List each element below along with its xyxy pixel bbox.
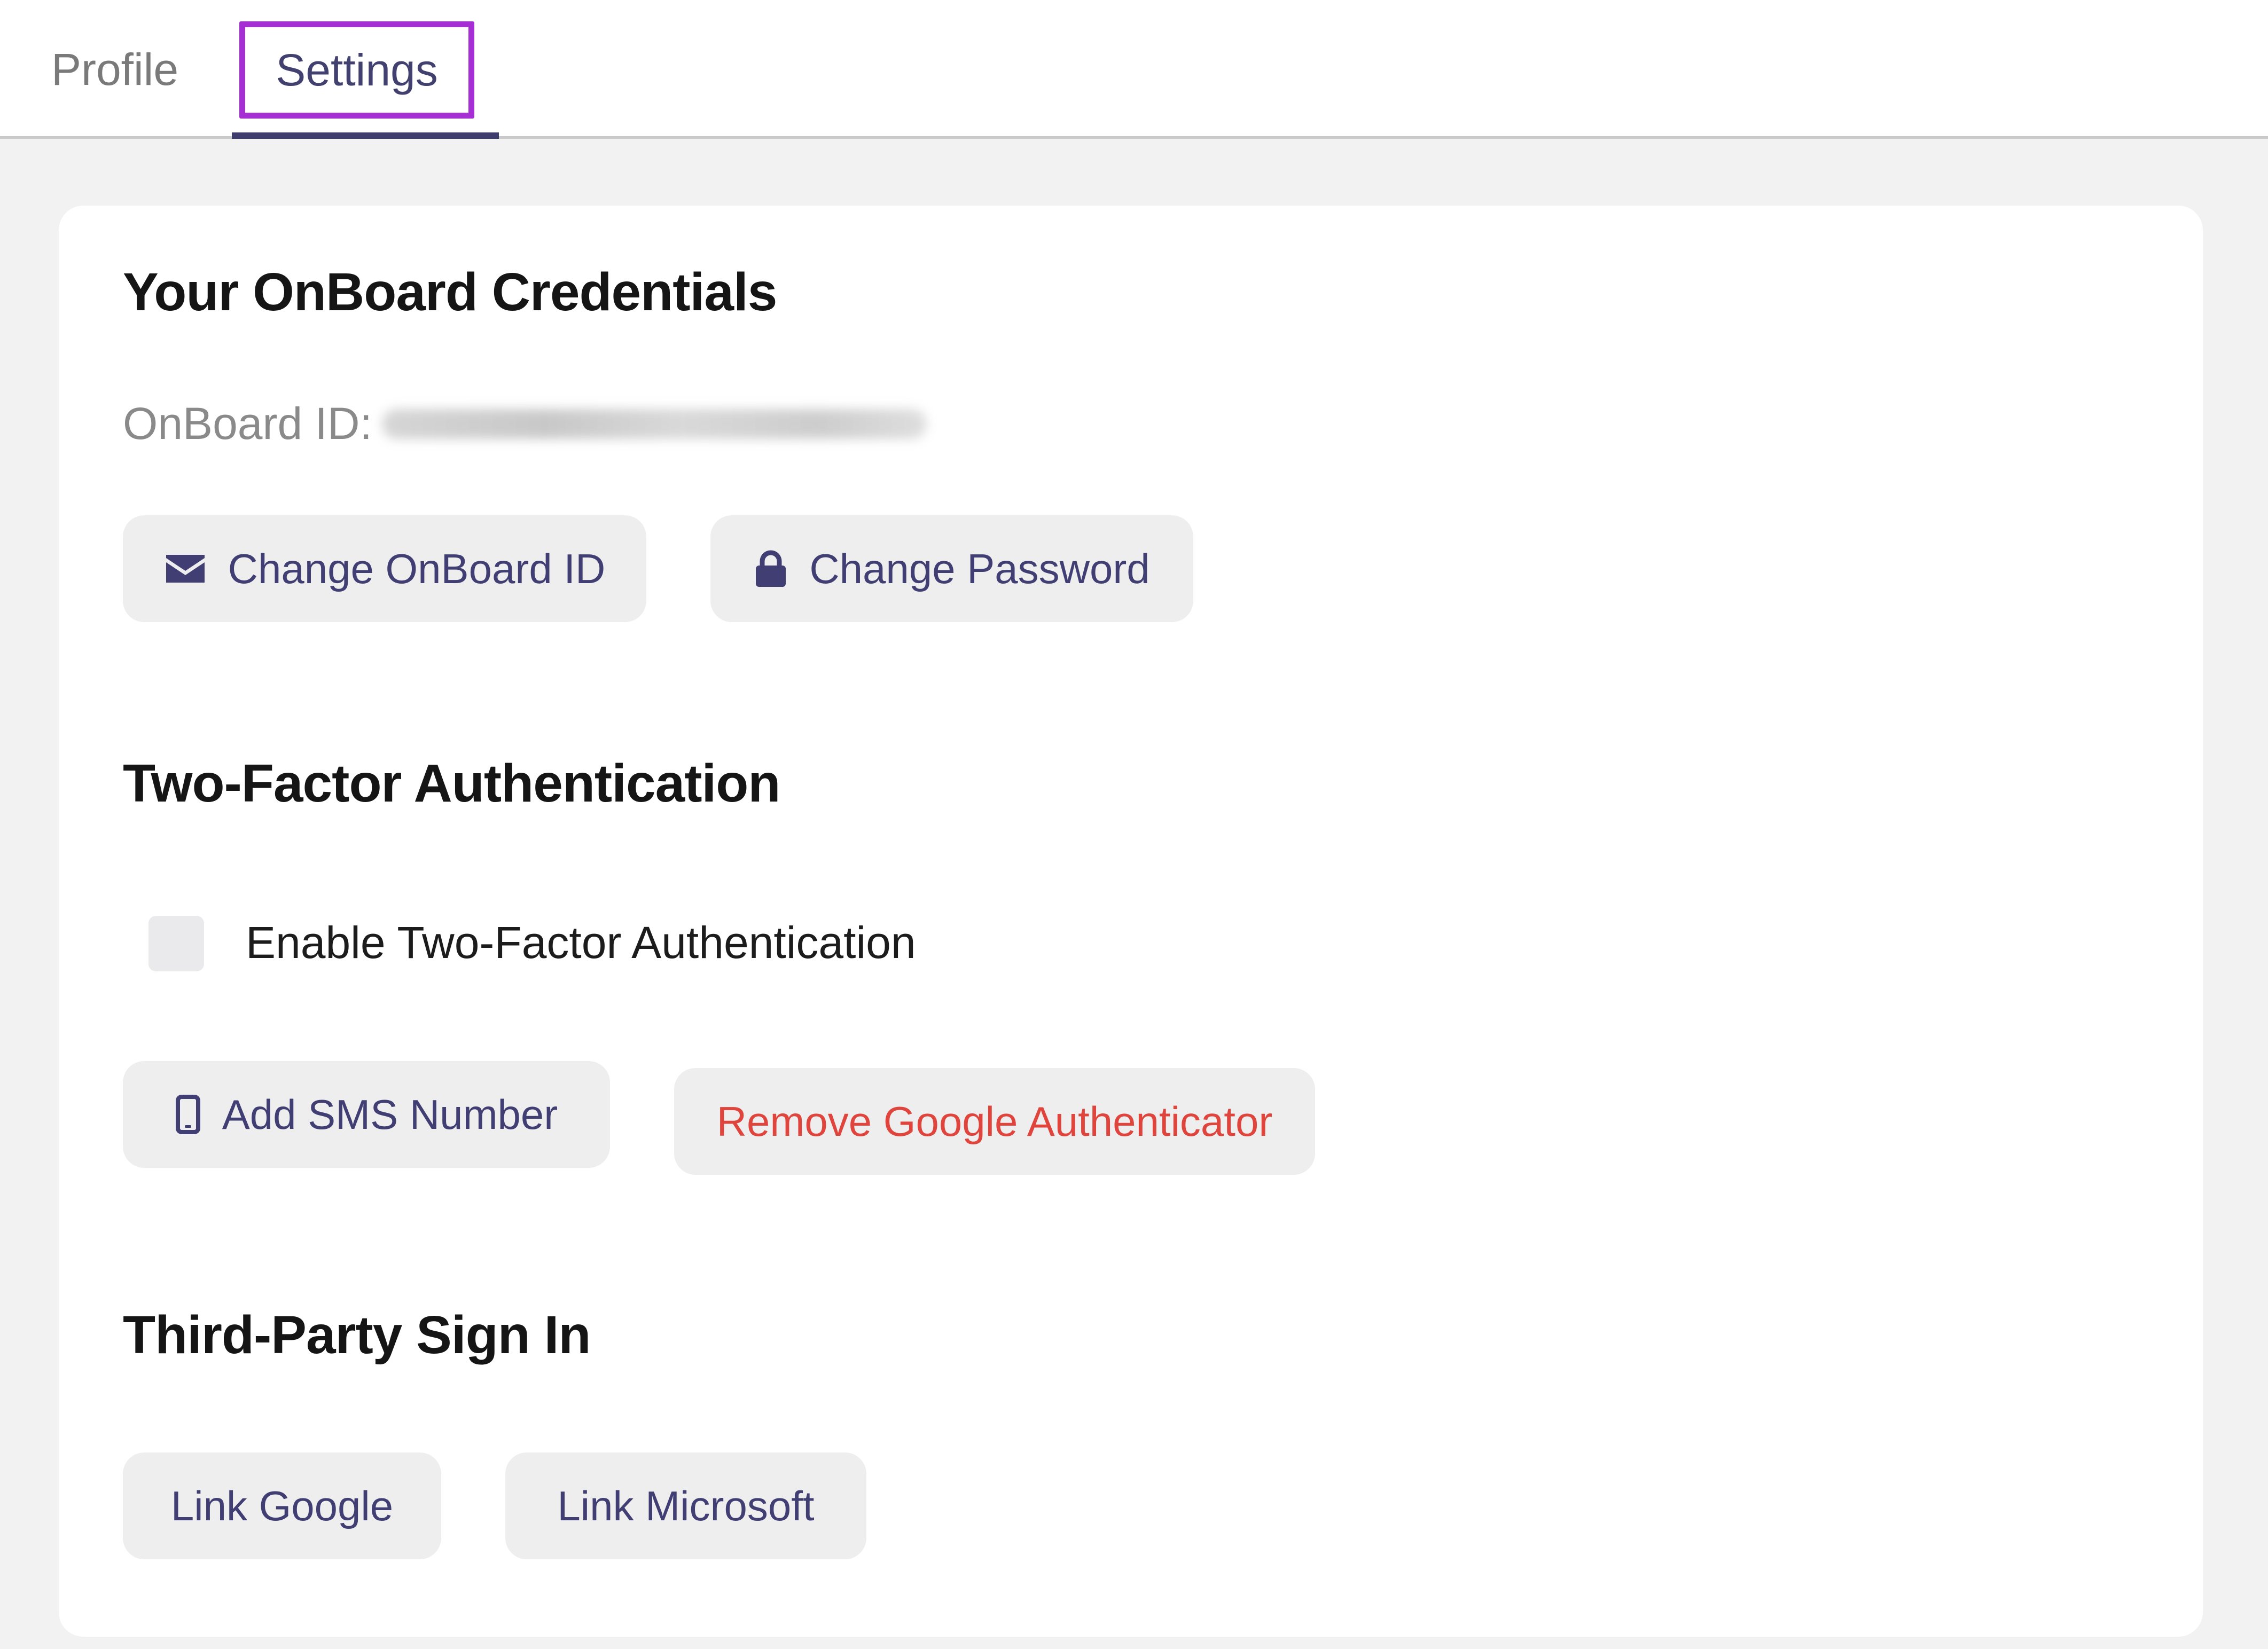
tab-settings[interactable]: Settings <box>239 21 474 119</box>
onboard-id-row: OnBoard ID: <box>123 398 927 450</box>
remove-google-authenticator-button[interactable]: Remove Google Authenticator <box>674 1068 1315 1175</box>
change-password-label: Change Password <box>809 545 1150 592</box>
credentials-title: Your OnBoard Credentials <box>123 262 777 322</box>
change-onboard-id-button[interactable]: Change OnBoard ID <box>123 515 646 622</box>
onboard-id-value-redacted <box>381 409 927 439</box>
two-factor-title: Two-Factor Authentication <box>123 753 780 813</box>
envelope-icon <box>164 553 207 585</box>
link-google-label: Link Google <box>170 1482 394 1529</box>
onboard-id-label: OnBoard ID: <box>123 398 372 449</box>
lock-icon <box>754 549 788 588</box>
third-party-title: Third-Party Sign In <box>123 1305 591 1365</box>
change-password-button[interactable]: Change Password <box>710 515 1193 622</box>
enable-two-factor-checkbox[interactable] <box>148 916 204 971</box>
enable-two-factor-label[interactable]: Enable Two-Factor Authentication <box>246 913 916 972</box>
remove-google-authenticator-label: Remove Google Authenticator <box>716 1097 1273 1145</box>
link-google-button[interactable]: Link Google <box>123 1452 441 1559</box>
change-onboard-id-label: Change OnBoard ID <box>228 545 606 592</box>
link-microsoft-label: Link Microsoft <box>557 1482 815 1529</box>
active-tab-indicator <box>232 132 499 139</box>
mobile-phone-icon <box>175 1094 201 1135</box>
add-sms-number-button[interactable]: Add SMS Number <box>123 1061 610 1168</box>
add-sms-number-label: Add SMS Number <box>222 1090 558 1138</box>
tab-bar: Profile Settings <box>0 0 2268 139</box>
settings-card: Your OnBoard Credentials OnBoard ID: Cha… <box>59 206 2203 1637</box>
link-microsoft-button[interactable]: Link Microsoft <box>505 1452 866 1559</box>
tab-profile[interactable]: Profile <box>43 32 187 107</box>
